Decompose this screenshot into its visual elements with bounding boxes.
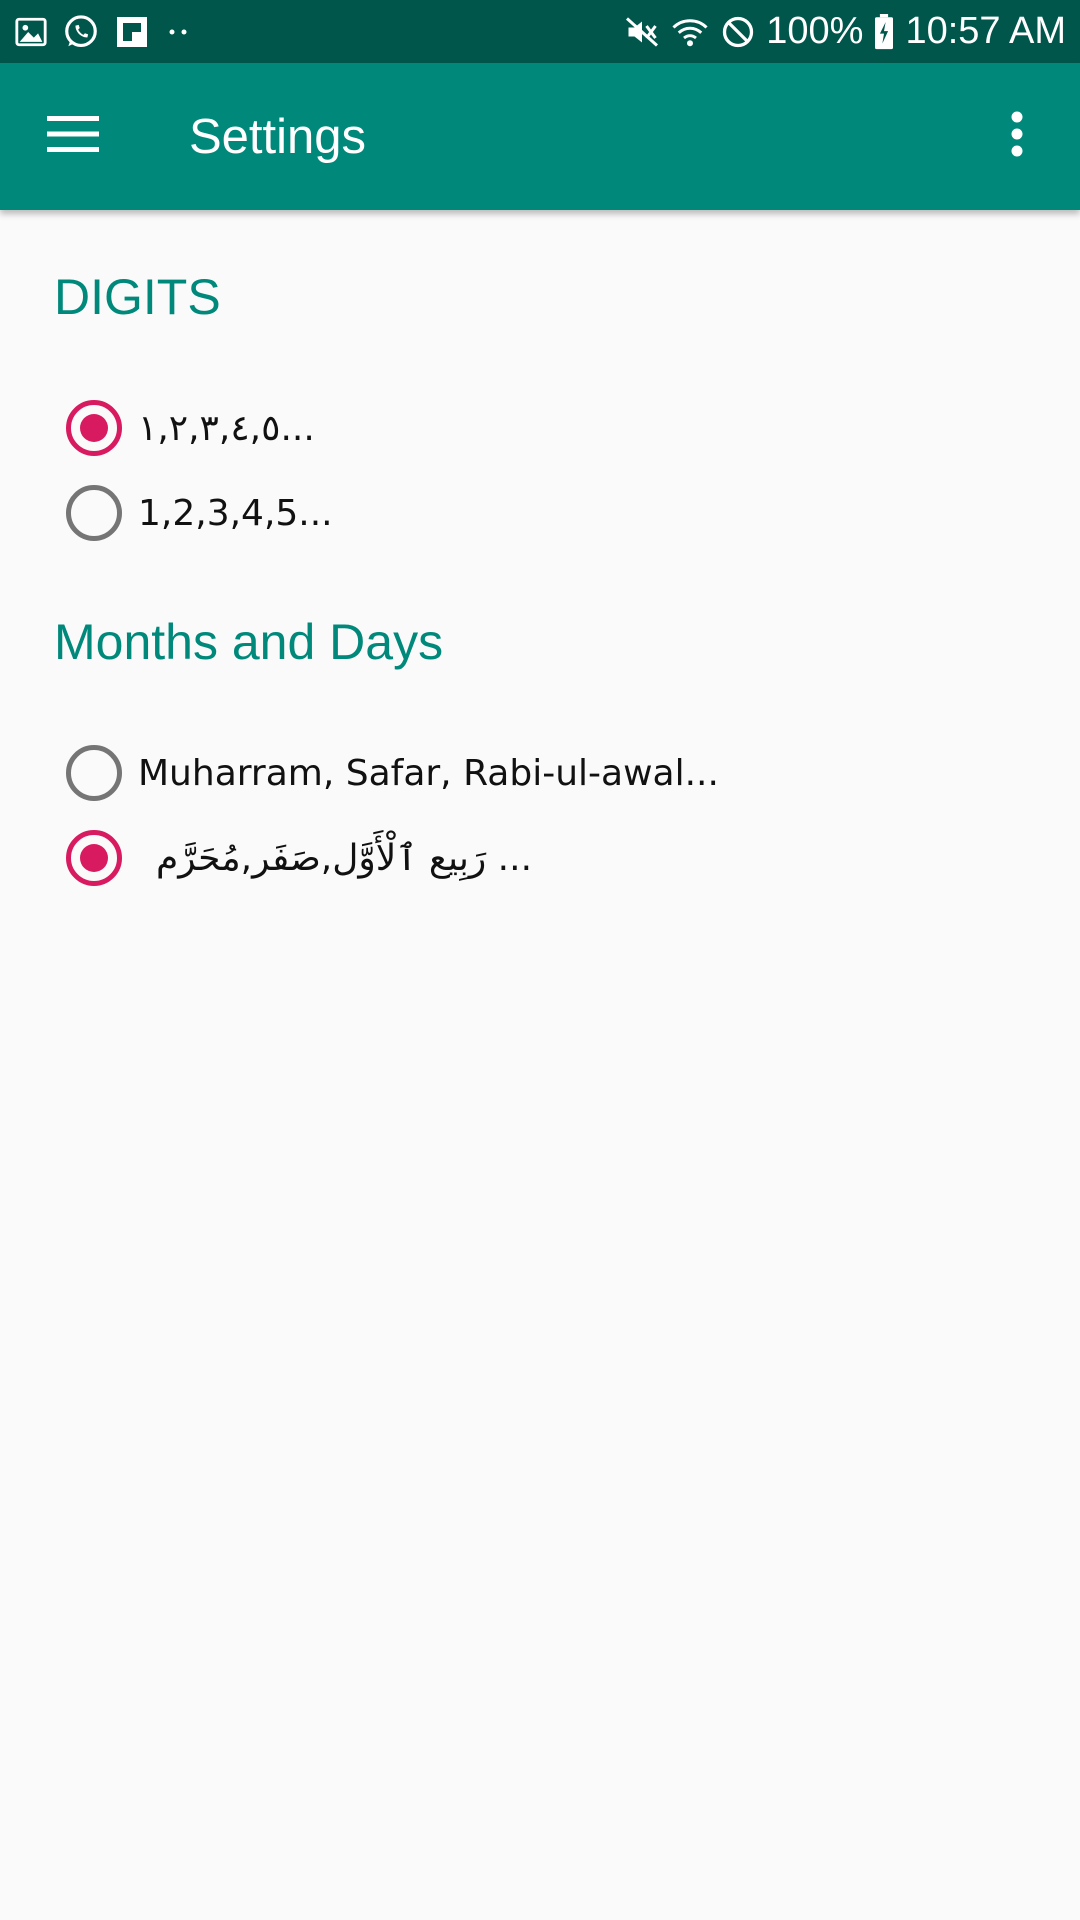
status-bar: 100% 10:57 AM [0, 0, 1080, 63]
mute-vibrate-icon [624, 14, 660, 50]
more-notifications-icon [164, 22, 192, 42]
section-header-digits: DIGITS [54, 269, 221, 325]
flipboard-icon [114, 14, 150, 50]
months-option-english[interactable]: Muharram, Safar, Rabi-ul-awal... [66, 733, 1026, 813]
digits-option-western[interactable]: 1,2,3,4,5... [66, 473, 1026, 553]
hamburger-menu-icon [46, 114, 99, 159]
gallery-icon [14, 15, 48, 49]
wifi-icon [670, 14, 710, 50]
menu-button[interactable] [0, 63, 145, 210]
months-option-arabic[interactable]: ... رَبِيع ٱلْأَوَّل,صَفَر,مُحَرَّم [66, 818, 1026, 898]
app-bar: Settings [0, 63, 1080, 210]
radio-label: ١,٢,٣,٤,٥... [138, 407, 315, 449]
radio-button-unchecked[interactable] [66, 485, 122, 541]
overflow-menu-button[interactable] [972, 63, 1062, 210]
digits-option-arabic[interactable]: ١,٢,٣,٤,٥... [66, 388, 1026, 468]
battery-charging-icon [873, 13, 895, 50]
radio-button-checked[interactable] [66, 400, 122, 456]
page-title: Settings [189, 109, 367, 164]
radio-button-unchecked[interactable] [66, 745, 122, 801]
status-bar-system: 100% 10:57 AM [624, 10, 1066, 53]
battery-percent: 100% [766, 10, 864, 52]
radio-label: Muharram, Safar, Rabi-ul-awal... [138, 752, 719, 794]
radio-button-checked[interactable] [66, 830, 122, 886]
status-time: 10:57 AM [905, 10, 1066, 52]
radio-label: ... رَبِيع ٱلْأَوَّل,صَفَر,مُحَرَّم [156, 837, 533, 879]
status-bar-notifications [14, 13, 192, 51]
section-header-months-and-days: Months and Days [54, 614, 444, 670]
do-not-disturb-icon [720, 14, 756, 50]
more-vert-icon [1010, 111, 1024, 162]
radio-label: 1,2,3,4,5... [138, 492, 333, 534]
whatsapp-icon [62, 13, 100, 51]
